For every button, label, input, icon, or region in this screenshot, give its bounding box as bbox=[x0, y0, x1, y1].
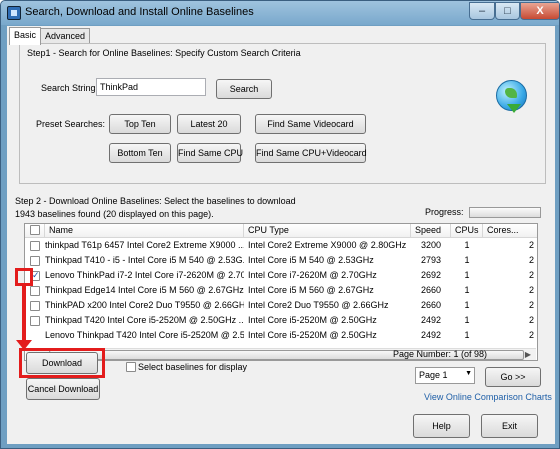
speed-value: 2492 bbox=[420, 330, 442, 340]
cpus-value: 1 bbox=[464, 270, 470, 280]
search-string-label: Search String bbox=[41, 83, 96, 93]
latest-20-button[interactable]: Latest 20 bbox=[177, 114, 241, 134]
row-checkbox[interactable] bbox=[30, 256, 40, 266]
tab-basic[interactable]: Basic bbox=[9, 27, 42, 45]
baseline-name: Lenovo ThinkPad i7-2 Intel Core i7-2620M… bbox=[45, 270, 244, 280]
select-baselines-display-checkbox[interactable] bbox=[126, 362, 136, 372]
find-same-cpu-button[interactable]: Find Same CPU bbox=[177, 143, 243, 163]
exit-button[interactable]: Exit bbox=[481, 414, 538, 438]
find-same-videocard-button[interactable]: Find Same Videocard bbox=[255, 114, 366, 134]
cores-value: 2 bbox=[528, 255, 534, 265]
download-arrow-icon bbox=[507, 104, 521, 113]
select-all-checkbox[interactable] bbox=[30, 225, 40, 235]
cpus-column-header[interactable]: CPUs bbox=[451, 224, 483, 238]
baseline-name: Thinkpad T420 Intel Core i5-2520M @ 2.50… bbox=[45, 315, 244, 325]
cores-value: 2 bbox=[528, 315, 534, 325]
step2-heading: Step 2 - Download Online Baselines: Sele… bbox=[15, 196, 296, 206]
selected-checkbox-highlight bbox=[15, 268, 33, 286]
speed-value: 2492 bbox=[420, 315, 442, 325]
main-window: Search, Download and Install Online Base… bbox=[0, 0, 560, 449]
minimize-button[interactable]: – bbox=[469, 2, 495, 20]
table-row[interactable]: Thinkpad T410 - i5 - Intel Core i5 M 540… bbox=[25, 254, 537, 269]
tab-advanced[interactable]: Advanced bbox=[40, 28, 91, 44]
cores-column-header[interactable]: Cores... bbox=[483, 224, 537, 238]
baselines-found-text: 1943 baselines found (20 displayed on th… bbox=[15, 209, 214, 219]
select-baselines-display-label: Select baselines for display bbox=[138, 362, 248, 372]
close-button[interactable]: X bbox=[520, 2, 559, 20]
speed-value: 2793 bbox=[420, 255, 442, 265]
progress-label: Progress: bbox=[425, 207, 464, 217]
baseline-name: Lenovo Thinkpad T420 Intel Core i5-2520M… bbox=[45, 330, 244, 340]
search-button[interactable]: Search bbox=[216, 79, 272, 99]
cpu-type: Intel Core2 Extreme X9000 @ 2.80GHz bbox=[248, 240, 407, 250]
row-checkbox[interactable] bbox=[30, 316, 40, 326]
table-row[interactable]: Lenovo ThinkPad i7-2 Intel Core i7-2620M… bbox=[25, 269, 537, 284]
table-row[interactable]: ThinkPAD x200 Intel Core2 Duo T9550 @ 2.… bbox=[25, 299, 537, 314]
scroll-right-icon[interactable]: ▶ bbox=[521, 350, 535, 360]
window-title: Search, Download and Install Online Base… bbox=[25, 6, 254, 18]
speed-value: 2692 bbox=[420, 270, 442, 280]
title-bar: Search, Download and Install Online Base… bbox=[1, 1, 559, 25]
cores-value: 2 bbox=[528, 330, 534, 340]
application-icon bbox=[7, 6, 21, 20]
speed-value: 2660 bbox=[420, 300, 442, 310]
cpus-value: 1 bbox=[464, 330, 470, 340]
cpu-type: Intel Core i5 M 540 @ 2.53GHz bbox=[248, 255, 374, 265]
cpus-value: 1 bbox=[464, 255, 470, 265]
search-input[interactable]: ThinkPad bbox=[96, 78, 206, 96]
page-number-text: Page Number: 1 (of 98) bbox=[393, 349, 488, 359]
baseline-name: ThinkPAD x200 Intel Core2 Duo T9550 @ 2.… bbox=[45, 300, 244, 310]
cores-value: 2 bbox=[528, 240, 534, 250]
maximize-button[interactable]: □ bbox=[495, 2, 520, 20]
download-progress-bar bbox=[469, 207, 541, 218]
cpu-type: Intel Core2 Duo T9550 @ 2.66GHz bbox=[248, 300, 389, 310]
download-globe-icon bbox=[496, 80, 527, 113]
cancel-download-button[interactable]: Cancel Download bbox=[26, 378, 100, 400]
cpu-type: Intel Core i5 M 560 @ 2.67GHz bbox=[248, 285, 374, 295]
preset-searches-label: Preset Searches: bbox=[36, 119, 106, 129]
baseline-name: Thinkpad Edge14 Intel Core i5 M 560 @ 2.… bbox=[45, 285, 244, 295]
table-row[interactable]: thinkpad T61p 6457 Intel Core2 Extreme X… bbox=[25, 239, 537, 254]
cores-value: 2 bbox=[528, 285, 534, 295]
table-row[interactable]: Thinkpad Edge14 Intel Core i5 M 560 @ 2.… bbox=[25, 284, 537, 299]
top-ten-button[interactable]: Top Ten bbox=[109, 114, 171, 134]
dialog-body: Basic Advanced Step1 - Search for Online… bbox=[7, 26, 555, 444]
cpus-value: 1 bbox=[464, 285, 470, 295]
select-all-header[interactable] bbox=[25, 224, 45, 238]
cpus-value: 1 bbox=[464, 240, 470, 250]
cpus-value: 1 bbox=[464, 300, 470, 310]
row-checkbox[interactable] bbox=[30, 241, 40, 251]
table-row[interactable]: Thinkpad T420 Intel Core i5-2520M @ 2.50… bbox=[25, 314, 537, 329]
cores-value: 2 bbox=[528, 300, 534, 310]
row-checkbox[interactable] bbox=[30, 286, 40, 296]
cores-value: 2 bbox=[528, 270, 534, 280]
cpu-type: Intel Core i7-2620M @ 2.70GHz bbox=[248, 270, 377, 280]
baseline-name: thinkpad T61p 6457 Intel Core2 Extreme X… bbox=[45, 240, 244, 250]
cpu-type: Intel Core i5-2520M @ 2.50GHz bbox=[248, 330, 377, 340]
name-column-header[interactable]: Name bbox=[45, 224, 244, 238]
pointer-arrow-line bbox=[22, 286, 26, 344]
baseline-name: Thinkpad T410 - i5 - Intel Core i5 M 540… bbox=[45, 255, 244, 265]
download-button-highlight bbox=[19, 348, 105, 378]
bottom-ten-button[interactable]: Bottom Ten bbox=[109, 143, 171, 163]
baselines-table: Name CPU Type Speed CPUs Cores... thinkp… bbox=[24, 223, 538, 361]
page-select[interactable]: Page 1 bbox=[415, 367, 475, 384]
find-same-cpu-videocard-button[interactable]: Find Same CPU+Videocard bbox=[255, 143, 367, 163]
cpu-type-column-header[interactable]: CPU Type bbox=[244, 224, 411, 238]
globe-land-icon bbox=[505, 88, 517, 98]
speed-value: 2660 bbox=[420, 285, 442, 295]
row-checkbox[interactable] bbox=[30, 301, 40, 311]
step1-heading: Step1 - Search for Online Baselines: Spe… bbox=[27, 48, 301, 58]
help-button[interactable]: Help bbox=[413, 414, 470, 438]
speed-value: 3200 bbox=[420, 240, 442, 250]
go-button[interactable]: Go >> bbox=[485, 367, 541, 387]
table-row[interactable]: Lenovo Thinkpad T420 Intel Core i5-2520M… bbox=[25, 329, 537, 344]
cpu-type: Intel Core i5-2520M @ 2.50GHz bbox=[248, 315, 377, 325]
step1-panel: Step1 - Search for Online Baselines: Spe… bbox=[19, 43, 546, 184]
speed-column-header[interactable]: Speed bbox=[411, 224, 451, 238]
cpus-value: 1 bbox=[464, 315, 470, 325]
view-comparison-charts-link[interactable]: View Online Comparison Charts bbox=[424, 392, 552, 402]
